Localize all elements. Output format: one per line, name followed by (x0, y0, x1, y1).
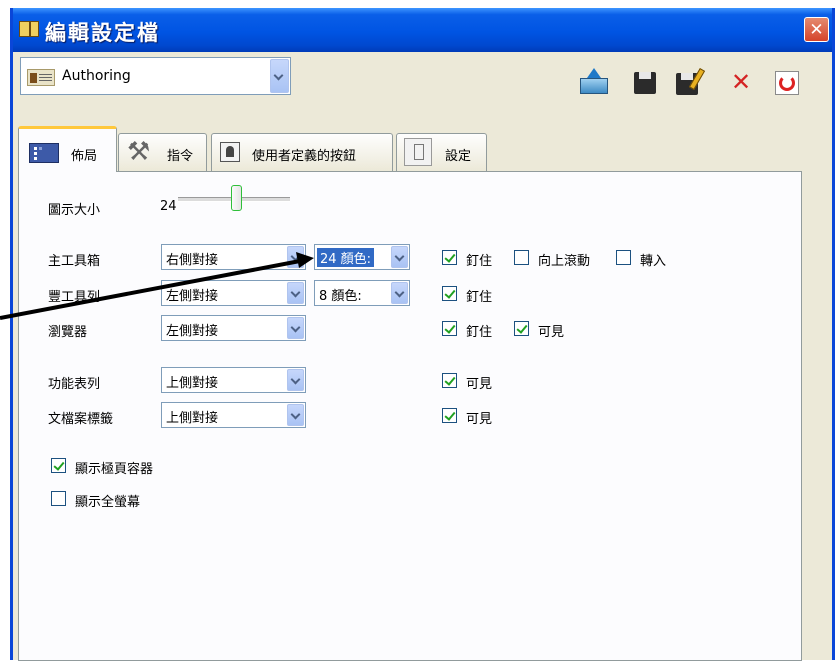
chevron-down-icon[interactable] (287, 404, 304, 426)
select-value: 左側對接 (166, 324, 219, 339)
menu-bar-label: 功能表列 (48, 377, 101, 392)
app-icon (19, 21, 39, 37)
main-toolbox-label: 主工具箱 (48, 254, 101, 269)
main-toolbox-colors-select[interactable]: 24 顏色: (314, 244, 410, 270)
tab-label: 佈局 (71, 149, 98, 164)
checkbox-label: 顯示極頁容器 (75, 462, 154, 477)
checkbox-label: 向上滾動 (538, 254, 591, 269)
main-toolbox-import-checkbox[interactable] (616, 250, 631, 265)
profile-card-icon (27, 69, 55, 86)
checkbox-label: 釘住 (466, 254, 493, 269)
layout-panel (18, 171, 802, 661)
switch-icon (404, 138, 432, 166)
chevron-down-icon[interactable] (287, 317, 304, 339)
checkbox-label: 轉入 (640, 254, 667, 269)
title-bar[interactable]: 編輯設定檔 ✕ (13, 8, 832, 52)
user-icon (220, 142, 240, 162)
upload-arrow-icon (587, 68, 601, 78)
checkbox-label: 釘住 (466, 290, 493, 305)
select-value: 上側對接 (166, 411, 219, 426)
browser-visible-checkbox[interactable] (514, 321, 529, 336)
show-fullscreen-checkbox[interactable] (51, 491, 66, 506)
tab-label: 使用者定義的按鈕 (252, 149, 357, 164)
profile-dropdown[interactable]: Authoring (20, 57, 291, 95)
tab-settings[interactable]: 設定 (396, 133, 487, 171)
chevron-down-icon[interactable] (287, 369, 304, 391)
chevron-down-icon[interactable] (287, 282, 304, 304)
chevron-down-icon[interactable] (270, 59, 289, 93)
select-value: 24 顏色: (317, 248, 375, 267)
tools-icon: ⚒ (127, 137, 151, 167)
tray-icon (580, 78, 608, 94)
browser-dock-select[interactable]: 左側對接 (161, 315, 306, 341)
show-page-container-checkbox[interactable] (51, 458, 66, 473)
checkbox-label: 顯示全螢幕 (75, 495, 141, 510)
document-tabs-dock-select[interactable]: 上側對接 (161, 402, 306, 428)
document-tabs-visible-checkbox[interactable] (442, 408, 457, 423)
main-toolbox-dock-select[interactable]: 右側對接 (161, 244, 306, 270)
chevron-down-icon[interactable] (287, 246, 304, 268)
reset-button[interactable] (774, 68, 806, 96)
select-value: 上側對接 (166, 376, 219, 391)
tab-commands[interactable]: ⚒ 指令 (118, 133, 207, 171)
menu-bar-visible-checkbox[interactable] (442, 373, 457, 388)
tab-layout[interactable]: 佈局 (18, 126, 117, 172)
export-profile-button[interactable] (578, 68, 610, 96)
toolbar-pin-checkbox[interactable] (442, 286, 457, 301)
toolbar-label: 豐工具列 (48, 290, 101, 305)
save-button[interactable] (630, 68, 662, 96)
delete-button[interactable]: ✕ (725, 68, 757, 96)
toolbar-dock-select[interactable]: 左側對接 (161, 280, 306, 306)
select-value: 右側對接 (166, 253, 219, 268)
save-as-button[interactable] (674, 67, 706, 96)
profile-dropdown-value: Authoring (62, 68, 131, 84)
browser-pin-checkbox[interactable] (442, 321, 457, 336)
chevron-down-icon[interactable] (391, 246, 408, 268)
main-toolbox-pin-checkbox[interactable] (442, 250, 457, 265)
checkbox-label: 可見 (466, 412, 493, 427)
chevron-down-icon[interactable] (391, 282, 408, 304)
document-tabs-label: 文檔案標籤 (48, 412, 114, 427)
checkbox-label: 釘住 (466, 325, 493, 340)
close-button[interactable]: ✕ (804, 17, 829, 42)
select-value: 8 顏色: (319, 289, 362, 304)
layout-icon (29, 143, 59, 163)
tab-label: 設定 (445, 149, 472, 164)
icon-size-label: 圖示大小 (48, 203, 101, 218)
checkbox-label: 可見 (538, 325, 565, 340)
browser-label: 瀏覽器 (48, 325, 88, 340)
window-title: 編輯設定檔 (45, 21, 160, 45)
icon-size-slider-thumb[interactable] (231, 185, 242, 211)
select-value: 左側對接 (166, 289, 219, 304)
icon-size-value: 24 (160, 199, 177, 214)
toolbar-colors-select[interactable]: 8 顏色: (314, 280, 410, 306)
main-toolbox-scroll-up-checkbox[interactable] (514, 250, 529, 265)
checkbox-label: 可見 (466, 377, 493, 392)
tab-user-buttons[interactable]: 使用者定義的按鈕 (211, 133, 393, 171)
tab-label: 指令 (167, 149, 194, 164)
menu-bar-dock-select[interactable]: 上側對接 (161, 367, 306, 393)
